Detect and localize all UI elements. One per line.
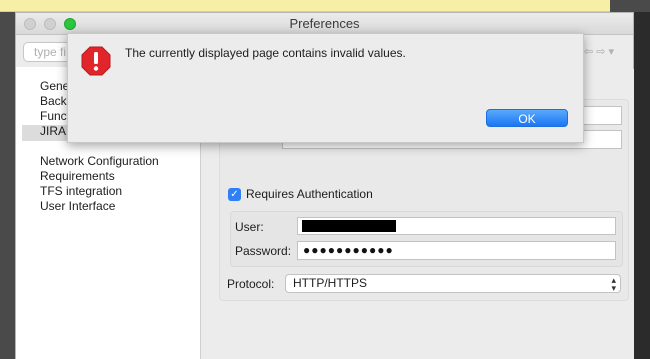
protocol-value: HTTP/HTTPS	[293, 276, 367, 290]
navigation-arrows[interactable]: ⇦ ⇨ ▾	[584, 45, 624, 59]
background-dark-panel	[634, 12, 650, 359]
redacted-username	[302, 220, 396, 232]
password-input[interactable]: ●●●●●●●●●●●	[297, 241, 616, 260]
sidebar-item-general[interactable]: Gene	[40, 79, 69, 94]
title-bar: Preferences	[16, 13, 633, 35]
alert-sheet: The currently displayed page contains in…	[67, 33, 584, 143]
user-input[interactable]	[297, 217, 616, 235]
sidebar-item-jira[interactable]: JIRA	[40, 124, 66, 139]
user-label: User:	[235, 220, 264, 234]
sidebar-item-user-interface[interactable]: User Interface	[40, 199, 115, 214]
error-stop-icon	[81, 46, 111, 76]
requires-authentication-label: Requires Authentication	[246, 187, 373, 201]
password-label: Password:	[235, 244, 292, 258]
background-text-fragment	[641, 327, 647, 341]
window-title: Preferences	[289, 16, 360, 31]
sidebar-item-network-configuration[interactable]: Network Configuration	[40, 154, 159, 169]
alert-message: The currently displayed page contains in…	[125, 46, 406, 60]
select-arrows-icon: ▴ ▾	[611, 275, 616, 293]
ok-button[interactable]: OK	[486, 109, 568, 127]
sidebar-item-selected[interactable]: Justi	[40, 139, 65, 154]
background-window-strip	[0, 0, 610, 12]
protocol-select[interactable]: HTTP/HTTPS ▴ ▾	[285, 274, 621, 293]
requires-authentication-checkbox[interactable]: ✓	[228, 188, 241, 201]
sidebar-item-tfs-integration[interactable]: TFS integration	[40, 184, 122, 199]
protocol-label: Protocol:	[227, 277, 275, 291]
sidebar-item-requirements[interactable]: Requirements	[40, 169, 115, 184]
